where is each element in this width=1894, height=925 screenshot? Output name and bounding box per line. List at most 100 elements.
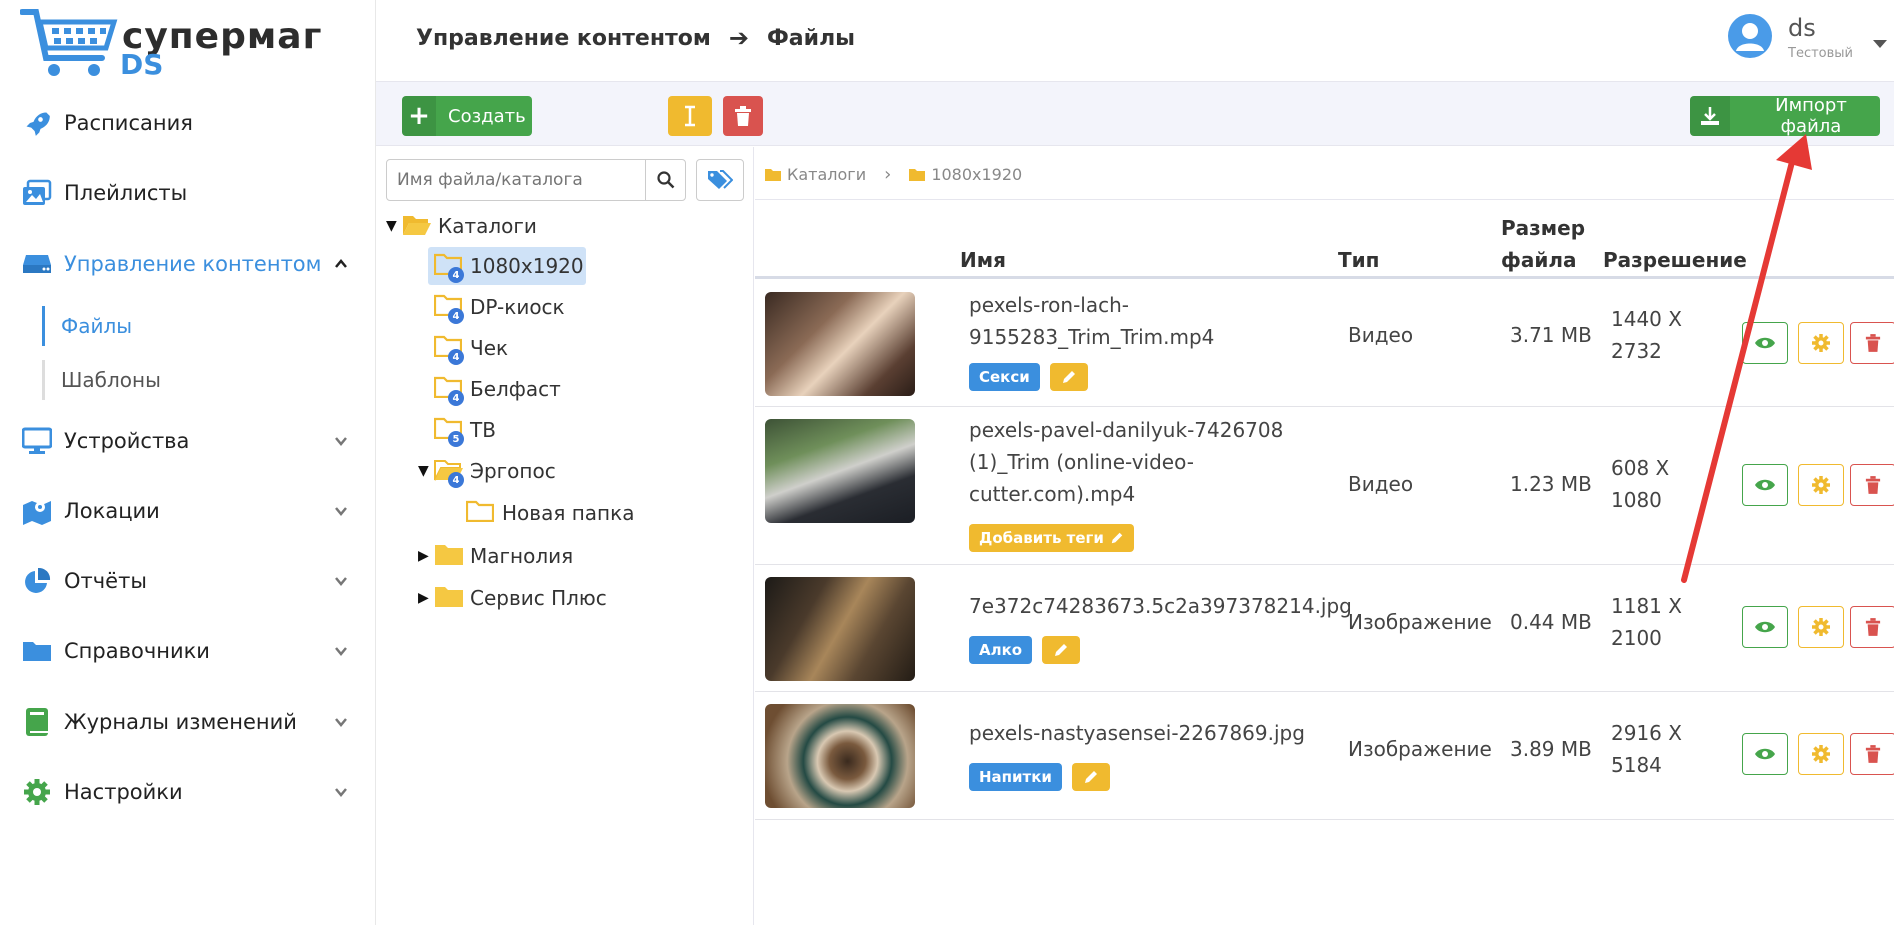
gear-icon — [1812, 618, 1830, 636]
sidebar-item-label: Расписания — [64, 111, 193, 135]
sidebar-item-settings[interactable]: Настройки — [0, 764, 376, 820]
tree-node-tv[interactable]: 5 ТВ — [433, 411, 496, 449]
user-role: Тестовый — [1788, 46, 1853, 61]
sidebar-item-label: Локации — [64, 499, 160, 523]
tree-node-1080x1920[interactable]: 4 1080x1920 — [428, 247, 586, 285]
sidebar-item-label: Настройки — [64, 780, 183, 804]
file-thumbnail[interactable] — [765, 419, 915, 523]
delete-file-button[interactable] — [1850, 464, 1894, 506]
settings-button[interactable] — [1798, 464, 1844, 506]
file-name: pexels-pavel-danilyuk-7426708 (1)_Trim (… — [969, 414, 1283, 510]
sidebar-item-devices[interactable]: Устройства — [0, 413, 376, 469]
file-thumbnail[interactable] — [765, 704, 915, 808]
table-row[interactable]: pexels-pavel-danilyuk-7426708 (1)_Trim (… — [755, 408, 1894, 565]
table-row[interactable]: pexels-ron-lach- 9155283_Trim_Trim.mp4 С… — [755, 281, 1894, 407]
breadcrumb-parent[interactable]: Управление контентом — [416, 26, 711, 51]
sidebar-subitem-templates[interactable]: Шаблоны — [42, 360, 342, 400]
file-type: Изображение — [1348, 610, 1492, 634]
create-button[interactable]: + Создать — [402, 96, 532, 136]
tree-node-ergopos[interactable]: ▼ 4 Эргопос — [418, 452, 556, 490]
file-type: Видео — [1348, 323, 1414, 347]
file-resolution: 1181 X 2100 — [1611, 590, 1682, 654]
tags-filter-button[interactable] — [696, 159, 744, 201]
sidebar-subitem-label: Файлы — [61, 314, 133, 338]
import-file-button[interactable]: Импорт файла — [1690, 95, 1880, 137]
search-icon[interactable] — [645, 160, 685, 200]
file-name-line: cutter.com).mp4 — [969, 482, 1136, 506]
sidebar-item-changelogs[interactable]: Журналы изменений — [0, 694, 376, 750]
caret-right-icon: ▶ — [418, 590, 429, 606]
file-size: 3.89 MB — [1510, 737, 1592, 761]
sidebar-item-locations[interactable]: Локации — [0, 483, 376, 539]
toolbar: + Создать Импорт файла — [376, 82, 1894, 146]
add-tags-button[interactable]: Добавить теги — [969, 524, 1134, 552]
view-button[interactable] — [1742, 606, 1788, 648]
sidebar-item-schedules[interactable]: Расписания — [0, 95, 376, 151]
sidebar-item-label: Управление контентом — [64, 252, 322, 276]
view-button[interactable] — [1742, 733, 1788, 775]
file-thumbnail[interactable] — [765, 292, 915, 396]
column-header-size[interactable]: Размер — [1501, 216, 1585, 240]
sidebar-item-reports[interactable]: Отчёты — [0, 553, 376, 609]
sidebar-item-content[interactable]: Управление контентом — [0, 236, 376, 292]
resolution-line: 1080 — [1611, 488, 1662, 512]
sidebar-subitem-label: Шаблоны — [61, 368, 161, 392]
delete-button[interactable] — [723, 96, 763, 136]
path-root-link[interactable]: Каталоги — [787, 165, 866, 184]
table-row[interactable]: pexels-nastyasensei-2267869.jpg Напитки … — [755, 693, 1894, 820]
plus-icon: + — [402, 96, 436, 136]
column-header-name[interactable]: Имя — [960, 248, 1006, 272]
delete-file-button[interactable] — [1850, 322, 1894, 364]
search-input[interactable] — [387, 160, 645, 200]
tree-node-new-folder[interactable]: Новая папка — [465, 494, 634, 532]
resolution-line: 5184 — [1611, 753, 1662, 777]
file-type: Видео — [1348, 472, 1414, 496]
sidebar-subitem-files[interactable]: Файлы — [42, 306, 342, 346]
settings-button[interactable] — [1798, 322, 1844, 364]
chevron-down-icon — [335, 507, 347, 516]
settings-button[interactable] — [1798, 733, 1844, 775]
view-button[interactable] — [1742, 464, 1788, 506]
chevron-down-icon — [335, 577, 347, 586]
gear-icon — [20, 775, 54, 809]
brand-logo[interactable]: супермаг DS — [20, 8, 321, 81]
edit-tags-button[interactable] — [1049, 363, 1088, 391]
tag-badge[interactable]: Секси — [969, 363, 1040, 391]
pencil-icon — [1055, 644, 1068, 656]
count-badge: 5 — [448, 431, 464, 447]
pencil-icon — [1084, 771, 1097, 783]
pie-chart-icon — [20, 564, 54, 598]
delete-file-button[interactable] — [1850, 606, 1894, 648]
edit-tags-button[interactable] — [1042, 636, 1081, 664]
file-size: 3.71 MB — [1510, 323, 1592, 347]
folder-path: Каталоги › 1080x1920 — [765, 161, 1022, 187]
edit-tags-button[interactable] — [1071, 763, 1110, 791]
settings-button[interactable] — [1798, 606, 1844, 648]
tree-node-label: DP-киоск — [470, 295, 565, 319]
folder-icon — [434, 585, 464, 611]
tree-node-check[interactable]: 4 Чек — [433, 329, 508, 367]
file-name-line: 9155283_Trim_Trim.mp4 — [969, 325, 1215, 349]
rename-button[interactable] — [668, 96, 712, 136]
table-row[interactable]: 7e372c74283673.5c2a397378214.jpg Алко Из… — [755, 566, 1894, 692]
brand-suffix: DS — [120, 48, 164, 81]
column-header-resolution[interactable]: Разрешение — [1603, 248, 1747, 272]
eye-icon — [1755, 479, 1775, 491]
sidebar-item-playlists[interactable]: Плейлисты — [0, 165, 376, 221]
tag-badge[interactable]: Напитки — [969, 763, 1062, 791]
delete-file-button[interactable] — [1850, 733, 1894, 775]
tag-badge[interactable]: Алко — [969, 636, 1033, 664]
file-thumbnail[interactable] — [765, 577, 915, 681]
sidebar-item-references[interactable]: Справочники — [0, 623, 376, 679]
folder-icon — [465, 500, 496, 526]
view-button[interactable] — [1742, 322, 1788, 364]
tree-node-magnolia[interactable]: ▶ Магнолия — [418, 537, 573, 575]
folder-icon: 5 — [433, 417, 464, 447]
column-header-type[interactable]: Тип — [1338, 248, 1379, 272]
tree-node-service-plus[interactable]: ▶ Сервис Плюс — [418, 579, 607, 617]
tree-node-dp-kiosk[interactable]: 4 DP-киоск — [433, 288, 565, 326]
user-menu[interactable]: ds Тестовый — [1728, 14, 1888, 70]
tree-node-belfast[interactable]: 4 Белфаст — [433, 370, 561, 408]
breadcrumb: Управление контентом ➔ Файлы — [416, 24, 855, 52]
tree-node-root[interactable]: ▼ Каталоги — [386, 207, 537, 245]
